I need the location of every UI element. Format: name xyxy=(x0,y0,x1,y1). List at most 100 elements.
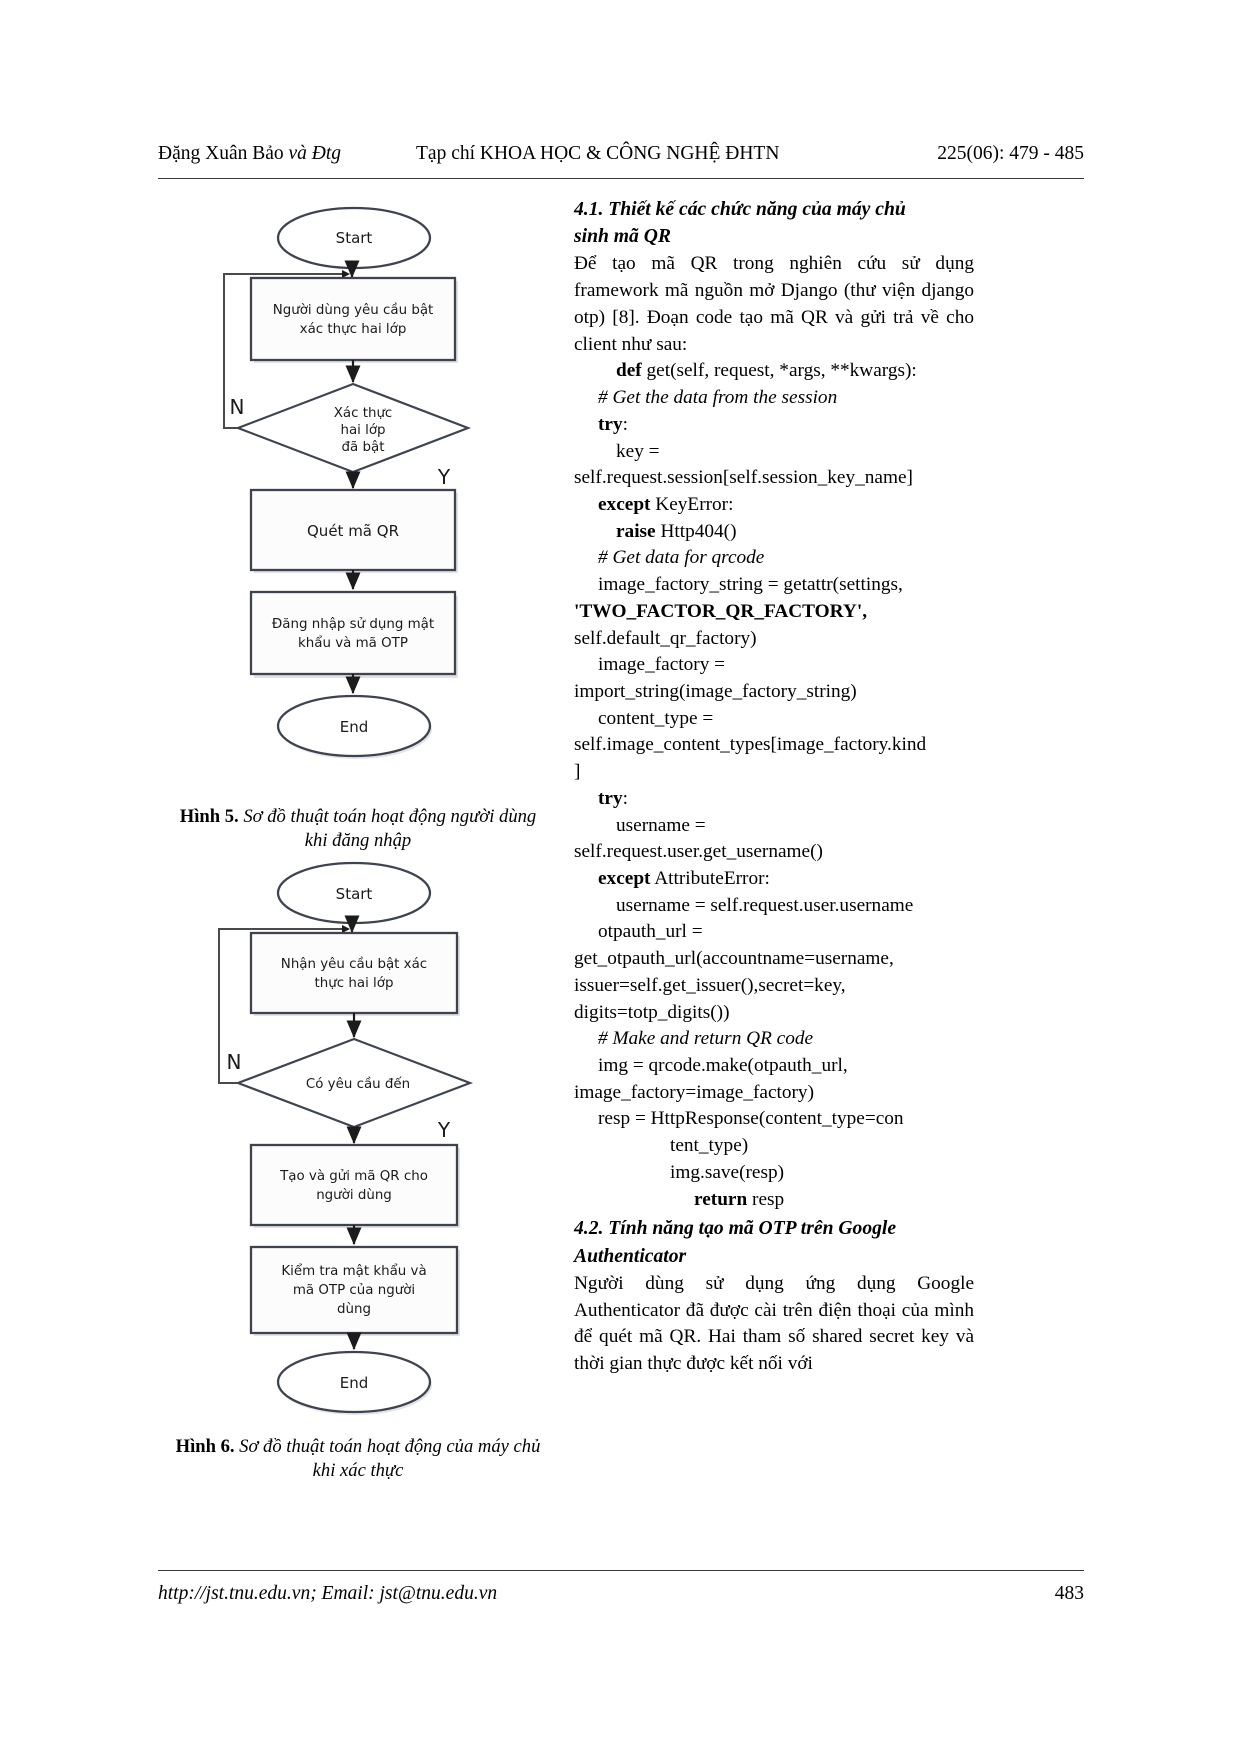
figure-6-step2-line2: người dùng xyxy=(316,1187,392,1203)
code-line: raise Http404() xyxy=(574,519,974,546)
code-text: self.request.user.get_username() xyxy=(574,841,823,863)
code-keyword: return xyxy=(694,1188,748,1210)
code-text: self.image_content_types[image_factory.k… xyxy=(574,734,927,756)
code-text: digits=totp_digits()) xyxy=(574,1001,730,1023)
code-text: : xyxy=(622,413,628,435)
figure-6-step3-line2: mã OTP của người xyxy=(293,1282,415,1298)
code-text: self.default_qr_factory) xyxy=(574,627,757,649)
figure-5-flowchart: Start Người dùng yêu cầu bật xác thực ha… xyxy=(223,206,472,759)
figure-6-branch-yes: Y xyxy=(437,1118,451,1142)
figure-6-caption-text2: khi xác thực xyxy=(312,1460,404,1482)
code-line: image_factory_string = getattr(settings, xyxy=(574,572,974,599)
figure-5-step1-line1: Người dùng yêu cầu bật xyxy=(273,302,434,318)
running-head: Đặng Xuân Bảo và Đtg Tạp chí KHOA HỌC & … xyxy=(158,143,1084,171)
code-keyword: try xyxy=(598,787,623,809)
section-4-2-heading: 4.2. Tính năng tạo mã OTP trên Google Au… xyxy=(574,1215,974,1269)
code-line: resp = HttpResponse(content_type=con xyxy=(574,1106,974,1133)
code-line: self.request.user.get_username() xyxy=(574,839,974,866)
code-keyword: raise xyxy=(616,520,656,542)
figure-6-step3-line3: dùng xyxy=(337,1301,371,1317)
code-line: img = qrcode.make(otpauth_url, xyxy=(574,1053,974,1080)
figure-5-end-label: End xyxy=(340,718,369,736)
footer: http://jst.tnu.edu.vn; Email: jst@tnu.ed… xyxy=(158,1583,1084,1605)
section-4-2-heading-line1: 4.2. Tính năng tạo mã OTP trên Google xyxy=(574,1218,897,1240)
running-head-author: Đặng Xuân Bảo và Đtg xyxy=(158,143,342,164)
code-line: # Make and return QR code xyxy=(574,1026,974,1053)
code-keyword: except xyxy=(598,493,651,515)
code-line: return resp xyxy=(574,1187,974,1214)
section-4-1-heading-line1: 4.1. Thiết kế các chức năng của máy chủ xyxy=(574,199,906,220)
code-line: ] xyxy=(574,759,974,786)
figure-6-step2-line1: Tạo và gửi mã QR cho xyxy=(279,1168,428,1184)
figure-6: Start Nhận yêu cầu bật xác thực hai lớp … xyxy=(158,841,558,1483)
running-head-issue: 225(06): 479 - 485 xyxy=(937,143,1084,164)
figure-5-decision-line1: Xác thực xyxy=(334,405,393,421)
code-line: self.request.session[self.session_key_na… xyxy=(574,465,974,492)
header-divider xyxy=(158,178,1084,179)
code-line: key = xyxy=(574,439,974,466)
code-line: # Get data for qrcode xyxy=(574,545,974,572)
code-text: username = xyxy=(616,814,706,836)
code-text: otpauth_url = xyxy=(598,921,703,943)
code-comment: # Make and return QR code xyxy=(598,1028,814,1050)
figure-6-decision-line1: Có yêu cầu đến xyxy=(306,1075,410,1092)
code-text: image_factory=image_factory) xyxy=(574,1081,814,1103)
code-text: resp xyxy=(747,1188,785,1210)
code-line: self.default_qr_factory) xyxy=(574,626,974,653)
section-4-1-paragraph: Để tạo mã QR trong nghiên cứu sử dụng fr… xyxy=(574,253,974,355)
figure-5-decision-line3: đã bật xyxy=(342,439,385,455)
code-text: AttributeError: xyxy=(650,868,770,889)
code-line: username = xyxy=(574,813,974,840)
figure-6-caption-text: Sơ đồ thuật toán hoạt động của máy chủ xyxy=(239,1436,541,1457)
figure-5-step2-label: Quét mã QR xyxy=(307,522,399,540)
code-text: : xyxy=(622,787,628,809)
code-text: import_string(image_factory_string) xyxy=(574,680,857,702)
code-line: except AttributeError: xyxy=(574,866,974,893)
figure-6-caption-label: Hình 6. xyxy=(175,1436,235,1457)
code-text: ] xyxy=(574,761,581,783)
code-text: content_type = xyxy=(598,707,714,729)
code-line: digits=totp_digits()) xyxy=(574,1000,974,1027)
code-line: self.image_content_types[image_factory.k… xyxy=(574,732,974,759)
code-text: image_factory = xyxy=(598,654,726,676)
code-text: resp = HttpResponse(content_type=con xyxy=(598,1108,904,1130)
section-4-2-paragraph: Người dùng sử dụng ứng dụng Google Authe… xyxy=(574,1272,974,1374)
code-text: img.save(resp) xyxy=(670,1161,785,1183)
figure-5: Start Người dùng yêu cầu bật xác thực ha… xyxy=(158,196,558,853)
figure-6-flowchart: Start Nhận yêu cầu bật xác thực hai lớp … xyxy=(218,861,474,1415)
figure-6-step1-line1: Nhận yêu cầu bật xác xyxy=(281,956,427,972)
code-text: username = self.request.user.username xyxy=(616,894,914,916)
code-line: image_factory=image_factory) xyxy=(574,1080,974,1107)
figure-6-start-label: Start xyxy=(336,885,373,903)
section-4-1-heading-line2: sinh mã QR xyxy=(574,226,671,248)
code-text: get(self, request, *args, **kwargs): xyxy=(641,360,917,382)
code-text: key = xyxy=(616,440,660,462)
figure-5-branch-yes: Y xyxy=(437,465,451,489)
code-text: Http404() xyxy=(655,520,737,542)
figure-6-step3-line1: Kiểm tra mật khẩu và xyxy=(281,1262,426,1279)
running-head-journal: Tạp chí KHOA HỌC & CÔNG NGHỆ ĐHTN xyxy=(416,143,780,164)
code-keyword: try xyxy=(598,413,623,435)
page: Đặng Xuân Bảo và Đtg Tạp chí KHOA HỌC & … xyxy=(0,0,1240,1754)
figure-6-end-label: End xyxy=(340,1374,369,1392)
figure-6-step1-line2: thực hai lớp xyxy=(315,975,394,991)
figure-6-branch-no: N xyxy=(227,1050,242,1074)
figure-5-branch-no: N xyxy=(230,395,245,419)
code-text: get_otpauth_url(accountname=username, xyxy=(574,948,894,970)
figure-5-caption-text: Sơ đồ thuật toán hoạt động người dùng xyxy=(243,806,537,827)
code-text: tent_type) xyxy=(670,1135,749,1157)
code-line: username = self.request.user.username xyxy=(574,893,974,920)
code-line: content_type = xyxy=(574,706,974,733)
code-text: self.request.session[self.session_key_na… xyxy=(574,467,913,489)
code-text: issuer=self.get_issuer(),secret=key, xyxy=(574,974,846,996)
code-line: try: xyxy=(574,786,974,813)
figure-5-step3-line1: Đăng nhập sử dụng mật xyxy=(272,616,434,632)
code-constant: 'TWO_FACTOR_QR_FACTORY', xyxy=(574,600,868,622)
code-line: image_factory = xyxy=(574,652,974,679)
code-line: issuer=self.get_issuer(),secret=key, xyxy=(574,973,974,1000)
code-block: def get(self, request, *args, **kwargs):… xyxy=(574,358,974,1213)
code-line: tent_type) xyxy=(574,1133,974,1160)
right-column: 4.1. Thiết kế các chức năng của máy chủ … xyxy=(574,196,974,1378)
code-line: img.save(resp) xyxy=(574,1160,974,1187)
code-line: except KeyError: xyxy=(574,492,974,519)
